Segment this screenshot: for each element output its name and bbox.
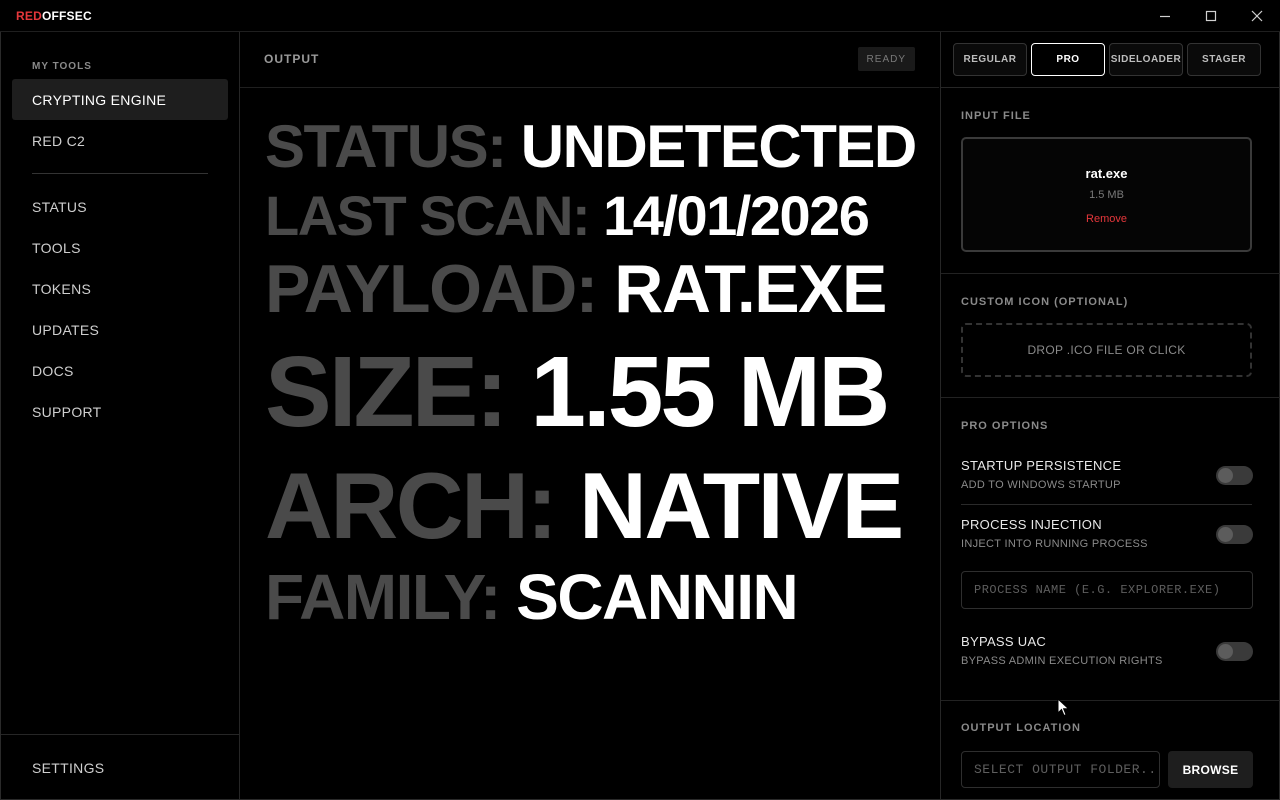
- maximize-icon: [1205, 10, 1217, 22]
- sidebar-item-crypting-engine[interactable]: CRYPTING ENGINE: [12, 79, 228, 120]
- output-header: OUTPUT READY: [240, 32, 939, 88]
- output-label: PAYLOAD:: [265, 251, 598, 327]
- section-divider: [941, 273, 1280, 274]
- output-line-last-scan: LAST SCAN: 14/01/2026: [265, 183, 870, 248]
- output-location-title: OUTPUT LOCATION: [961, 722, 1081, 734]
- settings-scrollbar[interactable]: [1271, 56, 1277, 798]
- startup-persistence-label: STARTUP PERSISTENCE: [961, 458, 1122, 473]
- tab-stager[interactable]: STAGER: [1187, 43, 1261, 76]
- close-button[interactable]: [1234, 0, 1280, 32]
- output-value: RAT.EXE: [614, 251, 887, 327]
- output-label: FAMILY:: [265, 561, 501, 633]
- sidebar-item-red-c2[interactable]: RED C2: [12, 120, 228, 161]
- settings-panel: REGULAR PRO SIDELOADER STAGER INPUT FILE…: [940, 32, 1280, 799]
- output-value: UNDETECTED: [520, 113, 918, 180]
- output-panel: OUTPUT READY STATUS: UNDETECTED LAST SCA…: [240, 32, 939, 799]
- custom-icon-title: CUSTOM ICON (OPTIONAL): [961, 296, 1129, 308]
- bypass-uac-toggle[interactable]: [1216, 642, 1253, 661]
- output-line-arch: ARCH: NATIVE: [265, 452, 904, 560]
- process-injection-label: PROCESS INJECTION: [961, 517, 1102, 532]
- output-value: 14/01/2026: [603, 184, 870, 247]
- file-name: rat.exe: [1085, 166, 1128, 181]
- brand-red-text: RED: [16, 9, 42, 23]
- output-folder-input[interactable]: [961, 751, 1160, 788]
- tab-sideloader[interactable]: SIDELOADER: [1109, 43, 1183, 76]
- brand-white-text: OFFSEC: [41, 9, 92, 23]
- sidebar-divider: [32, 173, 208, 174]
- minimize-icon: [1160, 15, 1170, 18]
- icon-drop-zone[interactable]: DROP .ICO FILE OR CLICK: [961, 323, 1252, 377]
- sidebar-item-tokens[interactable]: TOKENS: [12, 268, 228, 309]
- process-name-input[interactable]: [961, 571, 1253, 609]
- maximize-button[interactable]: [1188, 0, 1234, 32]
- browse-button[interactable]: BROWSE: [1168, 751, 1253, 788]
- input-file-box[interactable]: rat.exe 1.5 MB Remove: [961, 137, 1252, 252]
- output-value: 1.55 MB: [530, 336, 890, 448]
- process-injection-toggle[interactable]: [1216, 525, 1253, 544]
- startup-persistence-toggle[interactable]: [1216, 466, 1253, 485]
- sidebar-item-tools[interactable]: TOOLS: [12, 227, 228, 268]
- output-label: LAST SCAN:: [265, 184, 591, 247]
- process-injection-description: INJECT INTO RUNNING PROCESS: [961, 538, 1148, 550]
- sidebar: MY TOOLS CRYPTING ENGINE RED C2 STATUS T…: [1, 32, 240, 799]
- option-divider: [961, 504, 1252, 505]
- output-label: STATUS:: [265, 113, 507, 180]
- output-line-family: FAMILY: SCANNIN: [265, 560, 799, 634]
- file-size: 1.5 MB: [1089, 189, 1124, 201]
- section-divider: [941, 397, 1280, 398]
- remove-file-link[interactable]: Remove: [963, 213, 1250, 225]
- mode-tabs: REGULAR PRO SIDELOADER STAGER: [941, 32, 1280, 88]
- tab-regular[interactable]: REGULAR: [953, 43, 1027, 76]
- app-brand: REDOFFSEC: [16, 9, 92, 23]
- output-line-size: SIZE: 1.55 MB: [265, 335, 890, 450]
- output-label: SIZE:: [265, 336, 509, 448]
- sidebar-item-status[interactable]: STATUS: [12, 186, 228, 227]
- output-value: NATIVE: [578, 453, 904, 558]
- sidebar-bottom-divider: [1, 734, 240, 735]
- sidebar-item-updates[interactable]: UPDATES: [12, 309, 228, 350]
- output-value: SCANNIN: [516, 561, 799, 633]
- bypass-uac-description: BYPASS ADMIN EXECUTION RIGHTS: [961, 655, 1163, 667]
- status-badge: READY: [857, 47, 915, 71]
- output-line-payload: PAYLOAD: RAT.EXE: [265, 250, 887, 328]
- toggle-knob: [1218, 644, 1233, 659]
- section-divider: [941, 700, 1280, 701]
- pro-options-title: PRO OPTIONS: [961, 420, 1049, 432]
- input-file-title: INPUT FILE: [961, 110, 1031, 122]
- output-title: OUTPUT: [264, 52, 320, 66]
- mouse-cursor-icon: [1057, 698, 1070, 717]
- sidebar-heading: MY TOOLS: [32, 61, 92, 72]
- sidebar-item-settings[interactable]: SETTINGS: [12, 747, 228, 788]
- toggle-knob: [1218, 468, 1233, 483]
- sidebar-item-docs[interactable]: DOCS: [12, 350, 228, 391]
- bypass-uac-label: BYPASS UAC: [961, 634, 1047, 649]
- sidebar-item-support[interactable]: SUPPORT: [12, 391, 228, 432]
- output-label: ARCH:: [265, 453, 558, 558]
- title-bar: REDOFFSEC: [0, 0, 1280, 32]
- startup-persistence-description: ADD TO WINDOWS STARTUP: [961, 479, 1121, 491]
- tab-pro[interactable]: PRO: [1031, 43, 1105, 76]
- close-icon: [1251, 10, 1263, 22]
- toggle-knob: [1218, 527, 1233, 542]
- output-line-status: STATUS: UNDETECTED: [265, 112, 918, 181]
- minimize-button[interactable]: [1142, 0, 1188, 32]
